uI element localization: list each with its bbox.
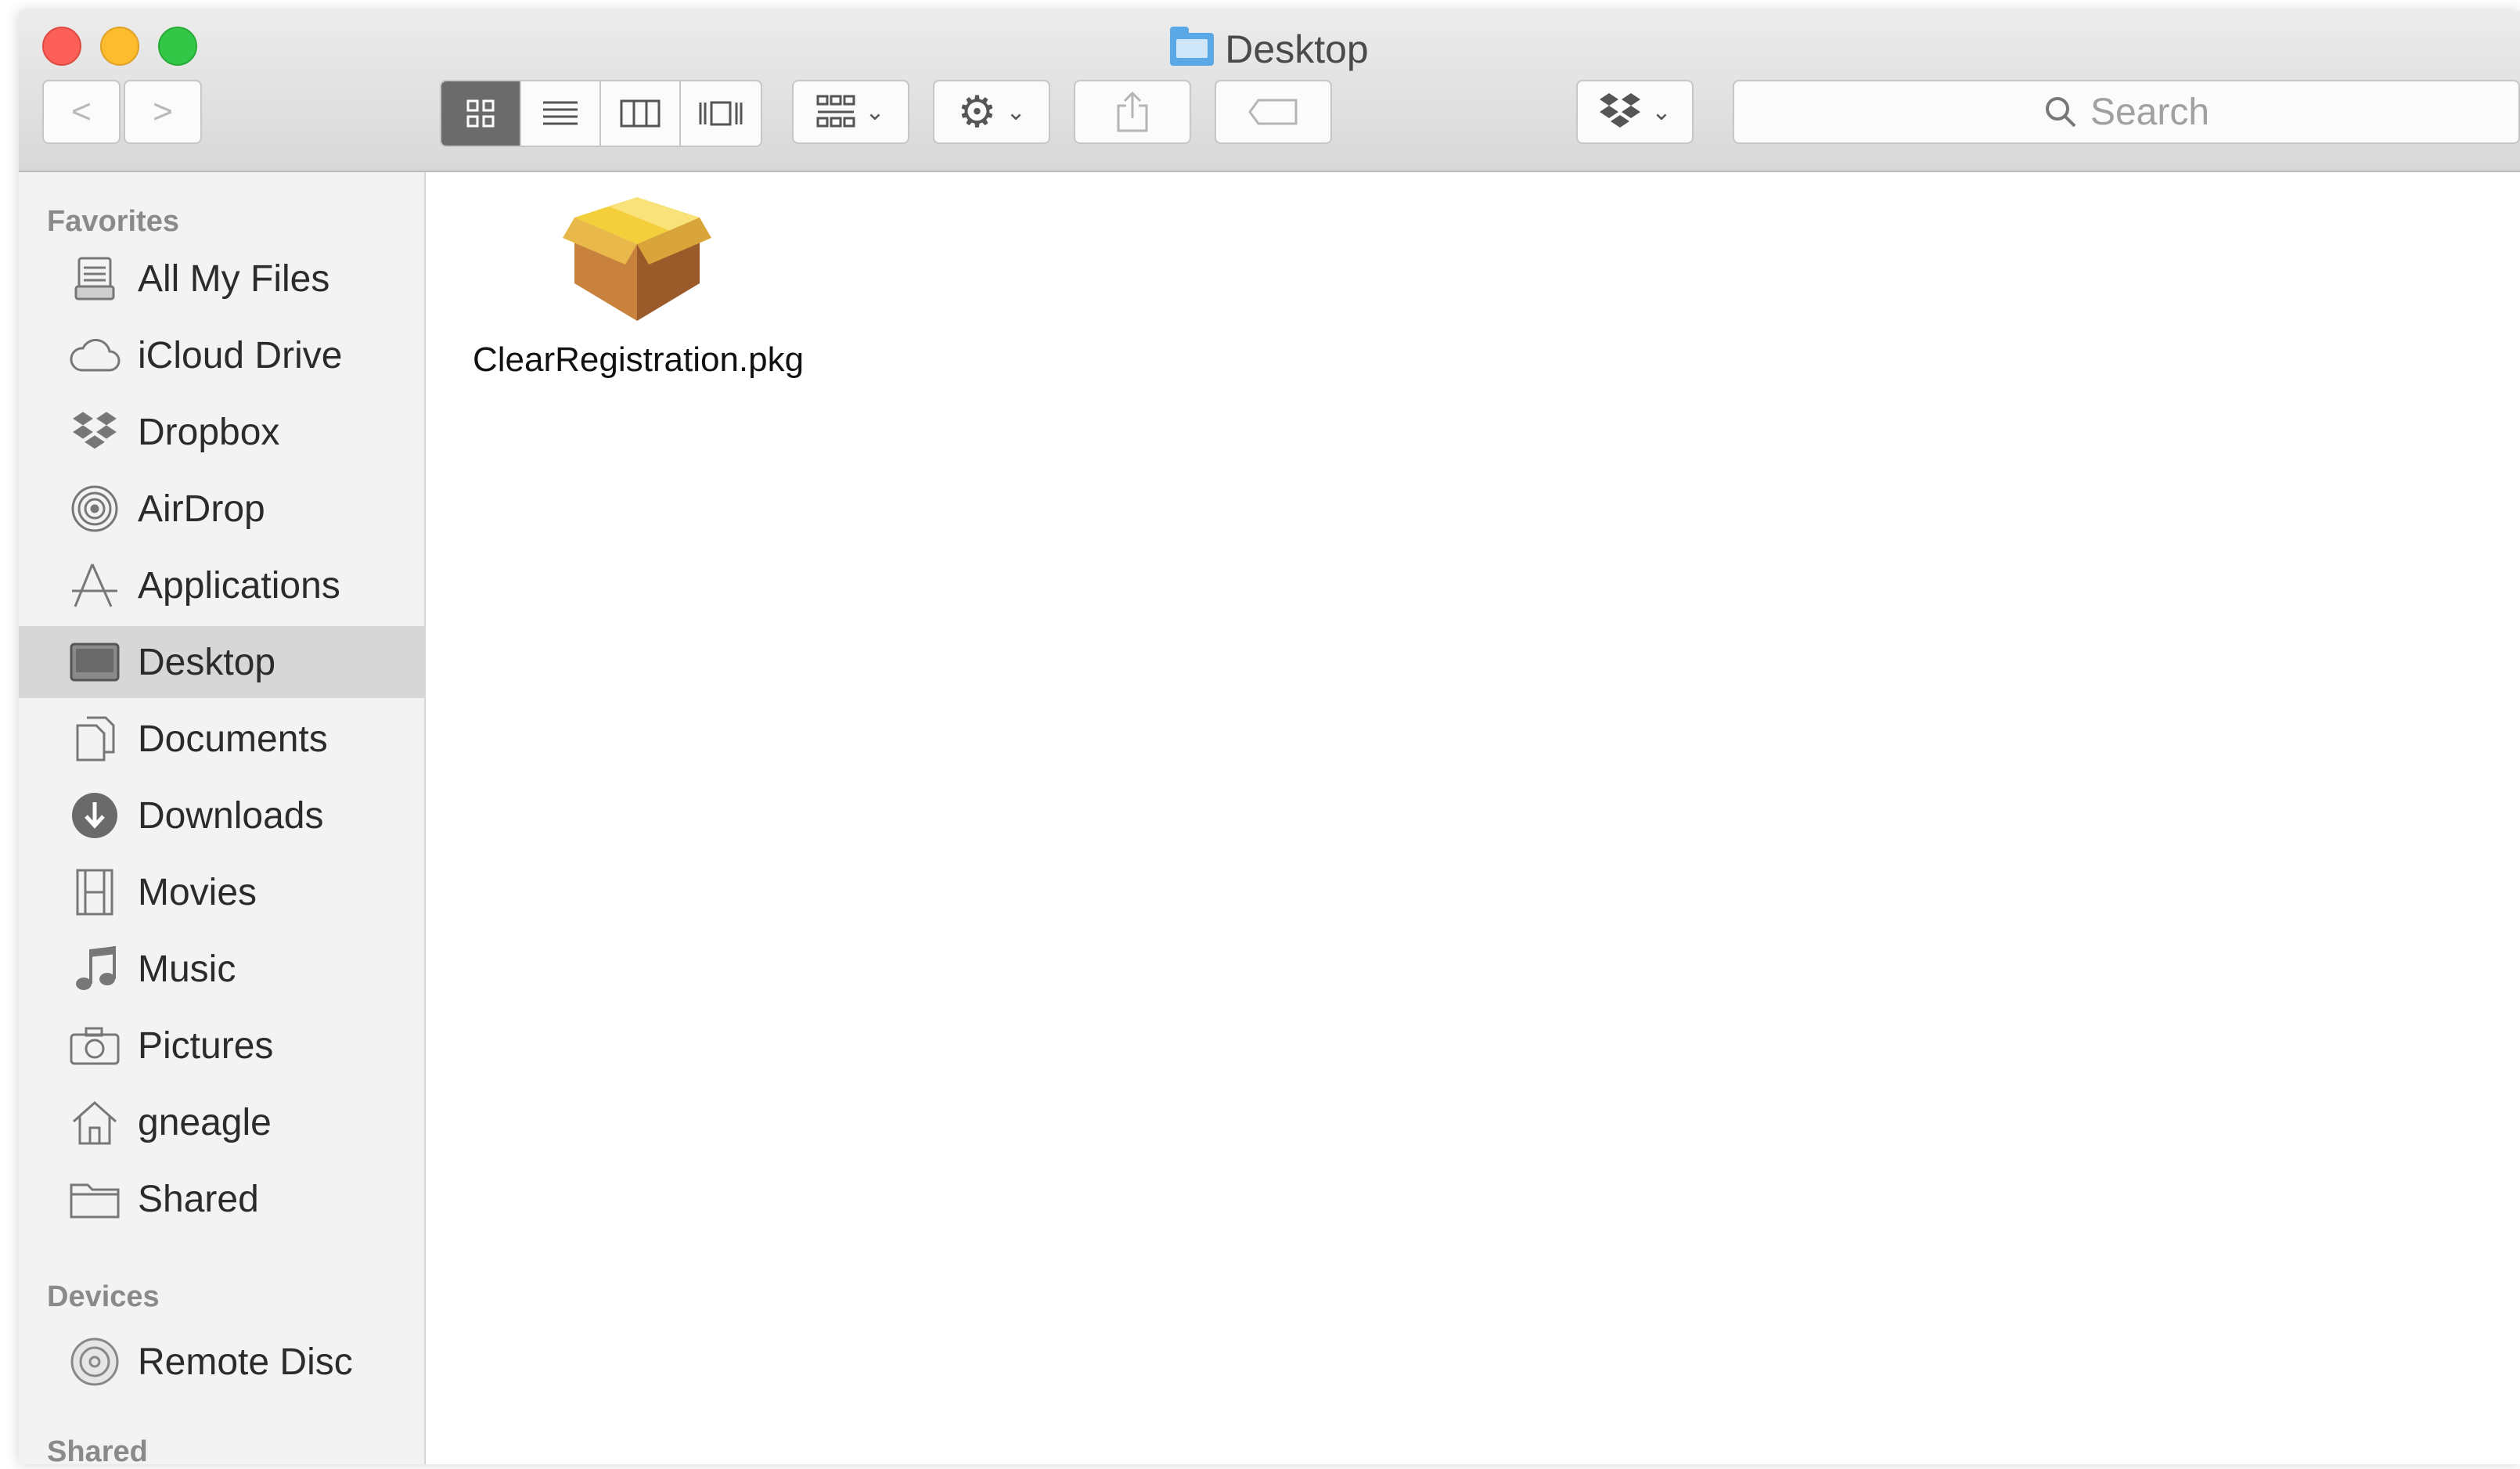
- sidebar-item-shared[interactable]: Shared: [19, 1163, 424, 1235]
- sidebar-item-label: gneagle: [138, 1101, 272, 1143]
- sidebar-item-label: Desktop: [138, 641, 276, 683]
- home-icon: [67, 1095, 122, 1150]
- film-icon: [67, 865, 122, 920]
- sidebar-item-label: Applications: [138, 564, 340, 607]
- list-icon: [543, 101, 578, 125]
- icon-view-button[interactable]: [441, 81, 521, 146]
- action-button[interactable]: ⚙ ⌄: [933, 80, 1050, 144]
- sidebar-item-label: Downloads: [138, 794, 324, 837]
- cloud-icon: [67, 328, 122, 383]
- sidebar-item-label: Shared: [138, 1178, 259, 1220]
- sidebar-item-desktop[interactable]: Desktop: [19, 626, 424, 698]
- file-name: ClearRegistration.pkg: [473, 340, 805, 379]
- file-browser-area[interactable]: ClearRegistration.pkg: [426, 172, 2520, 1464]
- forward-button[interactable]: >: [124, 80, 202, 144]
- chevron-down-icon: ⌄: [865, 99, 885, 125]
- favorites-header: Favorites: [47, 205, 179, 238]
- sidebar-item-label: AirDrop: [138, 488, 265, 530]
- airdrop-icon: [67, 481, 122, 536]
- all-files-icon: [67, 251, 122, 306]
- sidebar-item-applications[interactable]: Applications: [19, 549, 424, 621]
- sidebar-item-label: Music: [138, 948, 236, 990]
- sidebar: Favorites All My Files iCloud Drive Drop…: [19, 172, 426, 1468]
- sidebar-item-label: Documents: [138, 718, 328, 760]
- titlebar: Desktop < > ⌄ ⚙ ⌄ ⌄ Search: [19, 11, 2520, 172]
- tags-button[interactable]: [1215, 80, 1332, 144]
- chevron-left-icon: <: [71, 92, 92, 131]
- download-icon: [67, 788, 122, 843]
- dropbox-icon: [1600, 93, 1641, 128]
- column-view-button[interactable]: [601, 81, 681, 146]
- sidebar-item-dropbox[interactable]: Dropbox: [19, 396, 424, 468]
- sidebar-item-icloud-drive[interactable]: iCloud Drive: [19, 319, 424, 391]
- grid-icon: [466, 99, 495, 128]
- sidebar-item-label: iCloud Drive: [138, 334, 343, 376]
- sidebar-item-label: All My Files: [138, 257, 330, 300]
- search-icon: [2045, 97, 2076, 128]
- chevron-down-icon: ⌄: [1006, 99, 1026, 125]
- applications-icon: [67, 558, 122, 613]
- camera-icon: [67, 1018, 122, 1073]
- window-title: Desktop: [19, 27, 2520, 72]
- chevron-down-icon: ⌄: [1651, 99, 1672, 125]
- dropbox-menu-button[interactable]: ⌄: [1576, 80, 1694, 144]
- tag-icon: [1248, 99, 1298, 125]
- share-icon: [1117, 92, 1148, 132]
- folder-icon: [67, 1172, 122, 1226]
- search-field[interactable]: Search: [1733, 80, 2520, 144]
- arrange-icon: [816, 95, 855, 128]
- gear-icon: ⚙: [957, 87, 997, 136]
- sidebar-item-documents[interactable]: Documents: [19, 703, 424, 775]
- sidebar-item-downloads[interactable]: Downloads: [19, 780, 424, 852]
- sidebar-item-airdrop[interactable]: AirDrop: [19, 473, 424, 545]
- sidebar-item-label: Dropbox: [138, 411, 280, 453]
- devices-header: Devices: [47, 1280, 160, 1313]
- package-icon: [563, 197, 711, 321]
- folder-icon: [1170, 27, 1215, 66]
- finder-window: Desktop < > ⌄ ⚙ ⌄ ⌄ Search Favorites All…: [19, 11, 2520, 1468]
- disc-icon: [67, 1334, 122, 1389]
- columns-icon: [620, 99, 661, 128]
- coverflow-view-button[interactable]: [681, 81, 761, 146]
- file-item[interactable]: ClearRegistration.pkg: [473, 196, 805, 380]
- music-note-icon: [67, 942, 122, 996]
- list-view-button[interactable]: [521, 81, 601, 146]
- sidebar-item-movies[interactable]: Movies: [19, 856, 424, 928]
- back-button[interactable]: <: [42, 80, 121, 144]
- arrange-button[interactable]: ⌄: [792, 80, 909, 144]
- sidebar-item-remote-disc[interactable]: Remote Disc: [19, 1326, 424, 1398]
- sidebar-item-all-my-files[interactable]: All My Files: [19, 243, 424, 315]
- sidebar-item-pictures[interactable]: Pictures: [19, 1010, 424, 1082]
- search-placeholder: Search: [2090, 91, 2210, 133]
- sidebar-item-music[interactable]: Music: [19, 933, 424, 1005]
- desktop-icon: [67, 635, 122, 689]
- sidebar-item-label: Movies: [138, 871, 257, 913]
- chevron-right-icon: >: [153, 92, 173, 131]
- view-mode-control: [440, 80, 762, 147]
- share-button[interactable]: [1074, 80, 1191, 144]
- sidebar-item-label: Pictures: [138, 1024, 274, 1067]
- coverflow-icon: [699, 101, 743, 126]
- dropbox-icon: [67, 405, 122, 459]
- documents-icon: [67, 711, 122, 766]
- sidebar-item-gneagle[interactable]: gneagle: [19, 1086, 424, 1158]
- sidebar-item-label: Remote Disc: [138, 1341, 353, 1383]
